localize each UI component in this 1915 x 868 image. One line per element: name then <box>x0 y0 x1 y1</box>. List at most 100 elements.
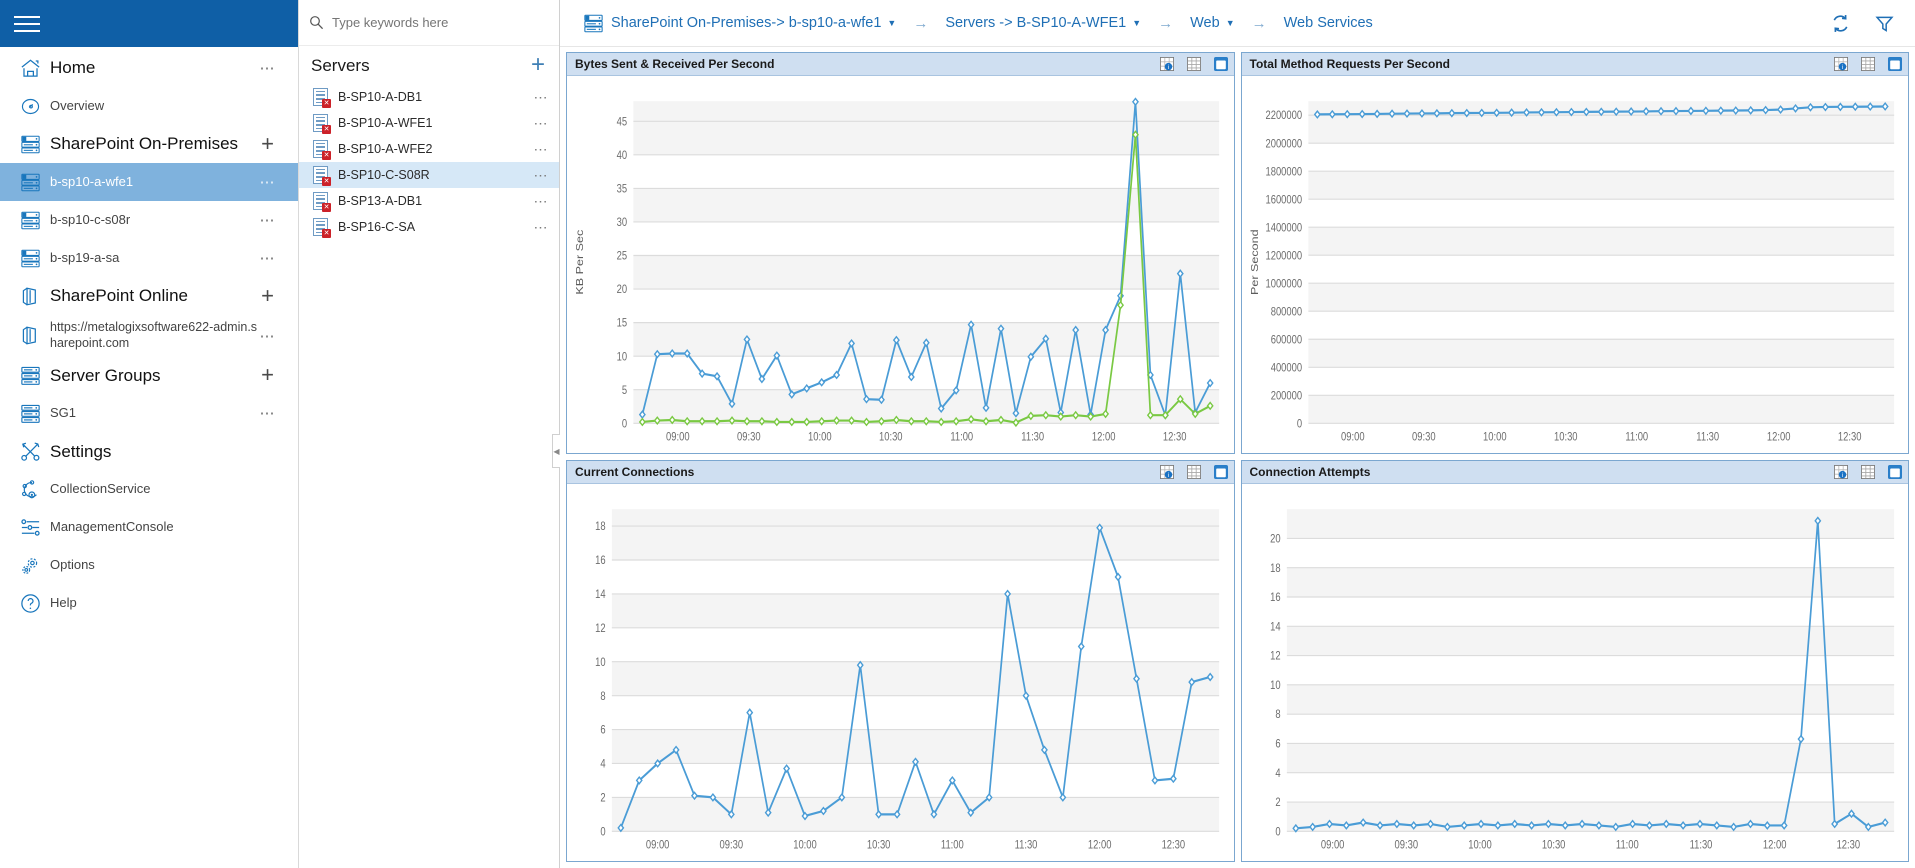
filter-icon[interactable] <box>1874 13 1895 34</box>
breadcrumb: SharePoint On-Premises-> b-sp10-a-wfe1▼→… <box>576 12 1829 35</box>
chart-info-icon[interactable]: i <box>1834 57 1848 71</box>
breadcrumb-item-1[interactable]: Servers -> B-SP10-A-WFE1▼ <box>939 15 1147 31</box>
chart-plot-area[interactable]: 051015202530354045KB Per Sec09:0009:3010… <box>567 76 1234 453</box>
search-row <box>299 0 559 46</box>
sidebar-item-b-sp10-c-s08r[interactable]: b-sp10-c-s08r⋯ <box>0 201 298 239</box>
chart-plot-area[interactable]: 0246810121416182009:0009:3010:0010:3011:… <box>1242 484 1909 861</box>
breadcrumb-item-0[interactable]: SharePoint On-Premises-> b-sp10-a-wfe1▼ <box>576 12 902 35</box>
sidebar-item-overflow-icon[interactable]: ⋯ <box>260 404 285 422</box>
server-list-item[interactable]: ✕B-SP16-C-SA⋯ <box>299 214 559 240</box>
server-overflow-icon[interactable]: ⋯ <box>534 115 550 132</box>
breadcrumb-item-2[interactable]: Web▼ <box>1184 15 1240 31</box>
maximize-icon[interactable] <box>1888 57 1902 71</box>
grid-icon[interactable] <box>1187 465 1201 479</box>
sidebar-item-label: SG1 <box>50 405 260 421</box>
sidebar-item-https-metalogixsoftware622-admin-sharepo[interactable]: https://metalogixsoftware622-admin.share… <box>0 315 298 356</box>
sidebar-item-options[interactable]: Options <box>0 546 298 584</box>
server-overflow-icon[interactable]: ⋯ <box>534 193 550 210</box>
server-list-item[interactable]: ✕B-SP10-A-DB1⋯ <box>299 84 559 110</box>
breadcrumb-item-3[interactable]: Web Services <box>1278 15 1379 31</box>
sidebar-item-overflow-icon[interactable]: ⋯ <box>260 249 285 267</box>
chart-panel-icons: i <box>1834 57 1902 71</box>
svg-text:09:30: 09:30 <box>1412 430 1436 443</box>
svg-text:i: i <box>1842 64 1843 71</box>
chevron-down-icon[interactable]: ▼ <box>1132 18 1141 28</box>
breadcrumb-arrow-icon: → <box>1243 15 1276 32</box>
svg-text:12:30: 12:30 <box>1836 838 1860 851</box>
chevron-down-icon[interactable]: ▼ <box>1226 18 1235 28</box>
sidebar-item-label: SharePoint On-Premises <box>50 133 261 154</box>
sidebar-item-overflow-icon[interactable]: ⋯ <box>260 59 285 77</box>
chart-panel-header: Bytes Sent & Received Per Secondi <box>567 53 1234 76</box>
svg-text:4: 4 <box>600 758 605 771</box>
server-list-item[interactable]: ✕B-SP10-A-WFE1⋯ <box>299 110 559 136</box>
server-overflow-icon[interactable]: ⋯ <box>534 167 550 184</box>
sidebar-item-settings[interactable]: Settings <box>0 432 298 470</box>
server-list-item[interactable]: ✕B-SP13-A-DB1⋯ <box>299 188 559 214</box>
sidebar-item-b-sp19-a-sa[interactable]: b-sp19-a-sa⋯ <box>0 239 298 277</box>
sidebar-item-add-button[interactable]: + <box>261 368 284 382</box>
svg-text:1000000: 1000000 <box>1265 277 1302 290</box>
svg-text:10:00: 10:00 <box>793 838 817 851</box>
topbar-actions <box>1829 12 1901 35</box>
grid-icon[interactable] <box>1861 57 1875 71</box>
maximize-icon[interactable] <box>1214 57 1228 71</box>
svg-text:600000: 600000 <box>1270 333 1301 346</box>
sidebar-item-help[interactable]: Help <box>0 584 298 622</box>
server-list-item[interactable]: ✕B-SP10-A-WFE2⋯ <box>299 136 559 162</box>
collapse-panel-handle[interactable]: ◀ <box>552 434 560 468</box>
servers-header: Servers + <box>299 46 559 84</box>
refresh-icon[interactable] <box>1829 12 1852 35</box>
tools-icon <box>10 440 50 463</box>
grid-icon[interactable] <box>1187 57 1201 71</box>
sidebar-item-label: Help <box>50 595 284 611</box>
sidebar-item-add-button[interactable]: + <box>261 289 284 303</box>
chart-panel-connection-attempts: Connection Attemptsi0246810121416182009:… <box>1241 460 1910 862</box>
chart-panel-header: Connection Attemptsi <box>1242 461 1909 484</box>
sidebar-item-sharepoint-on-premises[interactable]: SharePoint On-Premises+ <box>0 125 298 163</box>
add-server-button[interactable]: + <box>531 55 559 75</box>
chart-info-icon[interactable]: i <box>1160 465 1174 479</box>
breadcrumb-arrow-icon: → <box>904 15 937 32</box>
maximize-icon[interactable] <box>1888 465 1902 479</box>
sidebar-item-b-sp10-a-wfe1[interactable]: b-sp10-a-wfe1⋯ <box>0 163 298 201</box>
grid-icon[interactable] <box>1861 465 1875 479</box>
sidebar-item-label: Overview <box>50 98 284 114</box>
server-overflow-icon[interactable]: ⋯ <box>534 219 550 236</box>
svg-text:12:00: 12:00 <box>1092 430 1116 443</box>
sidebar-item-sharepoint-online[interactable]: SharePoint Online+ <box>0 277 298 315</box>
svg-text:0: 0 <box>1296 417 1301 430</box>
hamburger-icon[interactable] <box>14 14 40 34</box>
svg-text:0: 0 <box>622 417 627 430</box>
sidebar-item-server-groups[interactable]: Server Groups+ <box>0 356 298 394</box>
chart-info-icon[interactable]: i <box>1160 57 1174 71</box>
sidebar-item-overflow-icon[interactable]: ⋯ <box>260 173 285 191</box>
svg-text:10: 10 <box>595 656 605 669</box>
sidebar-item-collectionservice[interactable]: CollectionService <box>0 470 298 508</box>
chart-title: Connection Attempts <box>1250 465 1835 479</box>
server-overflow-icon[interactable]: ⋯ <box>534 141 550 158</box>
search-input[interactable] <box>332 15 549 30</box>
chart-panel-header: Total Method Requests Per Secondi <box>1242 53 1909 76</box>
sharepoint-server-icon <box>10 247 50 270</box>
sidebar-item-overflow-icon[interactable]: ⋯ <box>260 327 285 345</box>
server-list-item[interactable]: ✕B-SP10-C-S08R⋯ <box>299 162 559 188</box>
sidebar-item-managementconsole[interactable]: ManagementConsole <box>0 508 298 546</box>
chart-title: Bytes Sent & Received Per Second <box>575 57 1160 71</box>
chart-plot-area[interactable]: 0200000400000600000800000100000012000001… <box>1242 76 1909 453</box>
chart-plot-area[interactable]: 02468101214161809:0009:3010:0010:3011:00… <box>567 484 1234 861</box>
maximize-icon[interactable] <box>1214 465 1228 479</box>
sidebar-item-overflow-icon[interactable]: ⋯ <box>260 211 285 229</box>
server-overflow-icon[interactable]: ⋯ <box>534 89 550 106</box>
chevron-down-icon[interactable]: ▼ <box>887 18 896 28</box>
servers-panel: Servers + ✕B-SP10-A-DB1⋯✕B-SP10-A-WFE1⋯✕… <box>299 0 560 868</box>
svg-text:30: 30 <box>617 216 627 229</box>
sidebar-item-overview[interactable]: Overview <box>0 87 298 125</box>
svg-text:10: 10 <box>1270 679 1280 692</box>
server-name: B-SP10-A-DB1 <box>338 90 526 104</box>
collection-service-icon <box>10 478 50 501</box>
chart-info-icon[interactable]: i <box>1834 465 1848 479</box>
sidebar-item-home[interactable]: Home⋯ <box>0 49 298 87</box>
sidebar-item-add-button[interactable]: + <box>261 137 284 151</box>
sidebar-item-sg1[interactable]: SG1⋯ <box>0 394 298 432</box>
